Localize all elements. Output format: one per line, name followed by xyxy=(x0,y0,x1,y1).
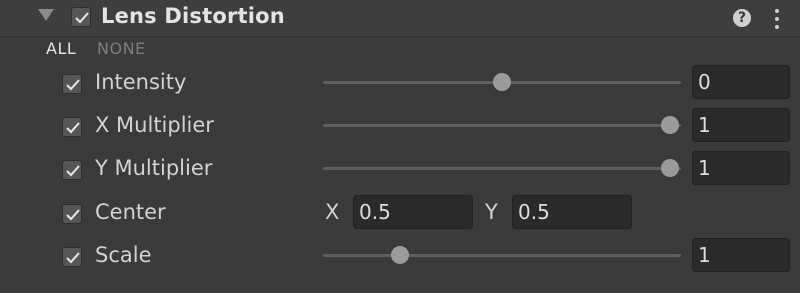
intensity-override-checkbox[interactable] xyxy=(62,74,82,94)
y-multiplier-label: Y Multiplier xyxy=(95,156,213,180)
center-y-label: Y xyxy=(485,200,498,224)
scale-slider[interactable] xyxy=(323,246,681,264)
all-toggle[interactable]: ALL xyxy=(46,39,76,58)
none-toggle[interactable]: NONE xyxy=(97,39,146,58)
y-multiplier-slider[interactable] xyxy=(323,159,681,177)
more-options-icon[interactable] xyxy=(774,8,780,30)
checkmark-icon xyxy=(66,209,80,221)
component-title: Lens Distortion xyxy=(101,4,285,28)
foldout-arrow-icon[interactable] xyxy=(38,9,54,21)
x-multiplier-slider[interactable] xyxy=(323,116,681,134)
help-icon[interactable]: ? xyxy=(733,9,751,27)
checkmark-icon xyxy=(66,165,80,177)
center-x-label: X xyxy=(325,200,340,224)
intensity-label: Intensity xyxy=(95,70,187,94)
center-label: Center xyxy=(95,200,166,224)
scale-value-field[interactable]: 1 xyxy=(692,238,790,272)
component-enabled-checkbox[interactable] xyxy=(71,7,91,27)
intensity-slider-thumb[interactable] xyxy=(493,73,511,91)
scale-override-checkbox[interactable] xyxy=(62,247,82,267)
checkmark-icon xyxy=(66,252,80,264)
intensity-slider[interactable] xyxy=(323,73,681,91)
center-y-field[interactable]: 0.5 xyxy=(512,195,632,229)
y-multiplier-override-checkbox[interactable] xyxy=(62,160,82,180)
y-multiplier-value-field[interactable]: 1 xyxy=(692,151,790,185)
intensity-value-field[interactable]: 0 xyxy=(692,65,790,99)
x-multiplier-slider-thumb[interactable] xyxy=(661,116,680,134)
checkmark-icon xyxy=(66,122,80,134)
scale-slider-thumb[interactable] xyxy=(390,246,409,264)
x-multiplier-override-checkbox[interactable] xyxy=(62,117,82,137)
checkmark-icon xyxy=(75,12,89,24)
checkmark-icon xyxy=(66,79,80,91)
x-multiplier-label: X Multiplier xyxy=(95,113,214,137)
y-multiplier-slider-thumb[interactable] xyxy=(661,159,680,177)
scale-label: Scale xyxy=(95,243,152,267)
component-header: Lens Distortion ? xyxy=(0,0,800,37)
center-x-field[interactable]: 0.5 xyxy=(353,195,473,229)
center-override-checkbox[interactable] xyxy=(62,204,82,224)
x-multiplier-value-field[interactable]: 1 xyxy=(692,108,790,142)
